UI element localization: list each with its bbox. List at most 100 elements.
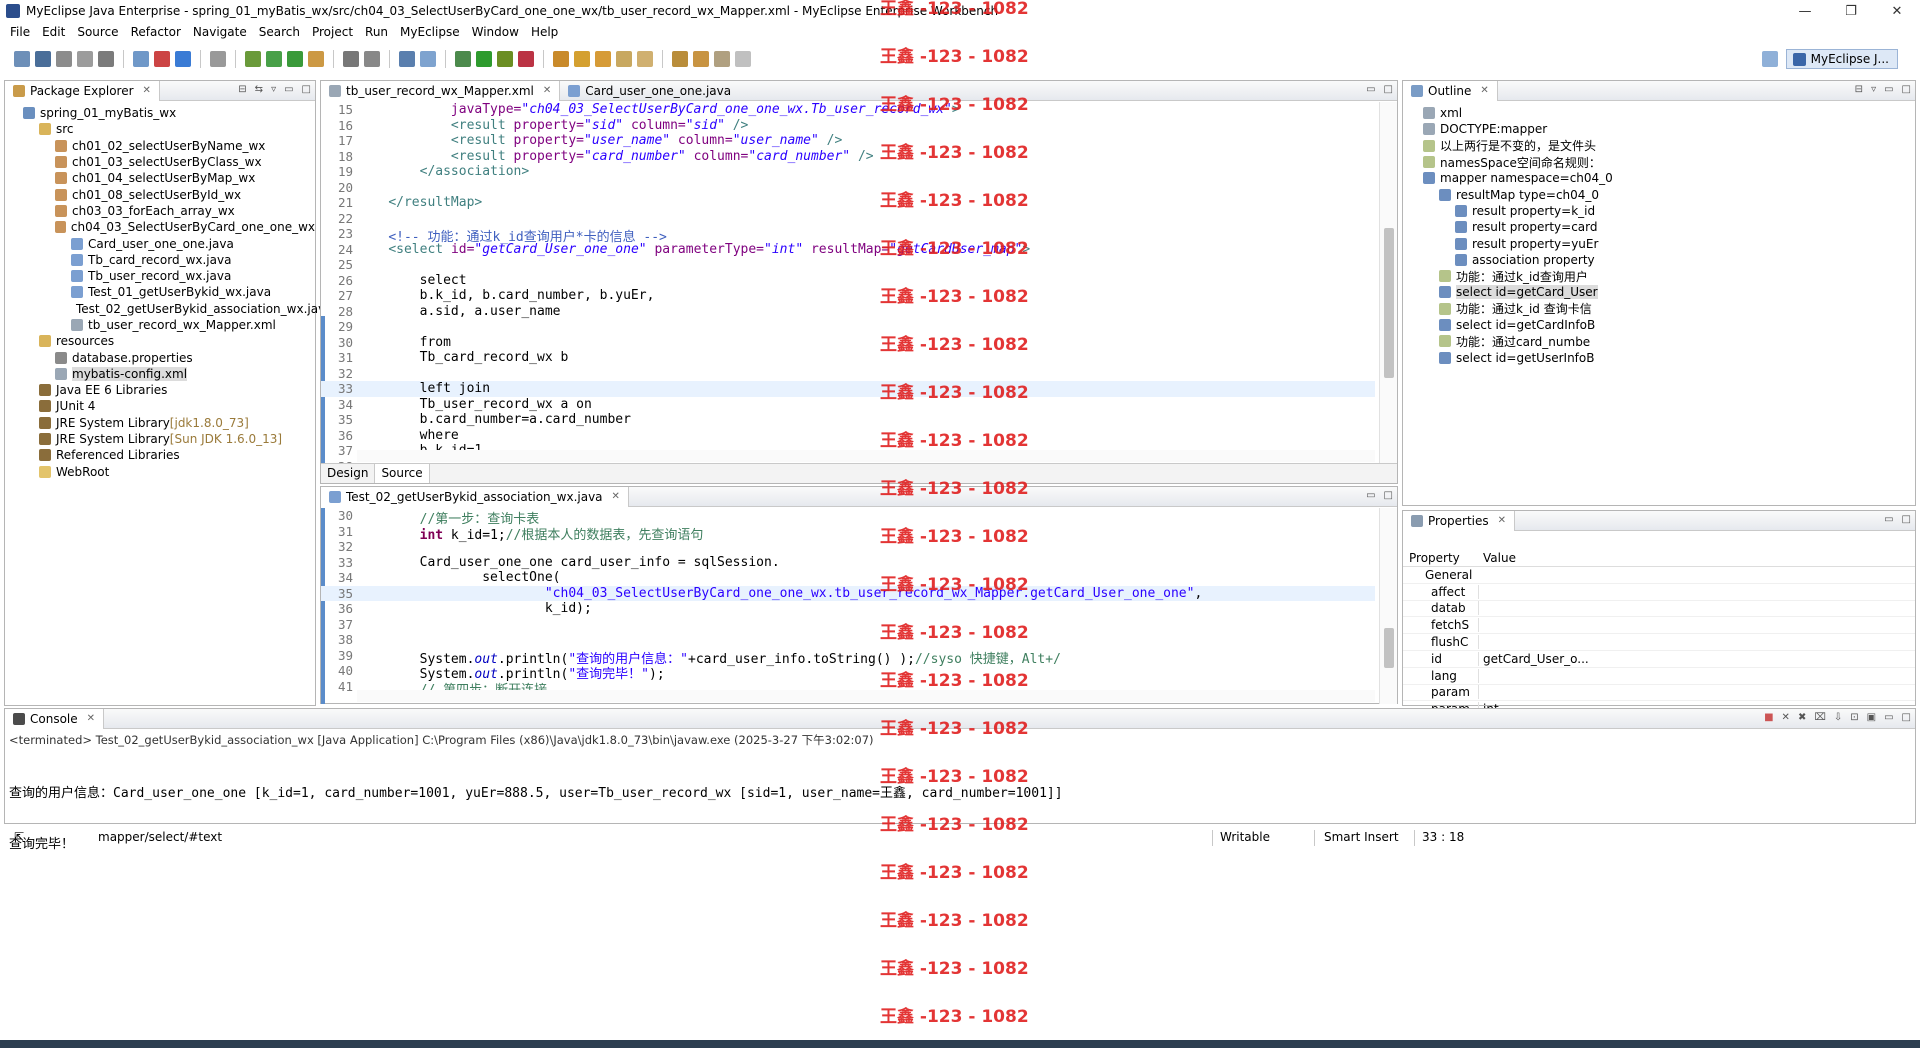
outline-item[interactable]: association property	[1403, 252, 1915, 268]
code-line[interactable]: 25	[321, 257, 1375, 273]
outline-item[interactable]: select id=getUserInfoB	[1403, 349, 1915, 365]
toolbar-action-icon[interactable]	[672, 51, 688, 67]
code-line[interactable]: 20	[321, 180, 1375, 196]
outline-item[interactable]: result property=yuEr	[1403, 235, 1915, 251]
tree-item[interactable]: WebRoot	[5, 464, 315, 480]
tab-package-explorer[interactable]: Package Explorer ✕	[5, 80, 160, 101]
code-area[interactable]: 15 javaType="ch04_03_SelectUserByCard_on…	[321, 102, 1397, 476]
minimize-view-icon[interactable]: ▭	[1884, 514, 1893, 525]
horizontal-scrollbar[interactable]	[357, 690, 1375, 702]
toolbar-action-icon[interactable]	[35, 51, 51, 67]
tree-item[interactable]: ch01_02_selectUserByName_wx	[5, 138, 315, 154]
code-line[interactable]: 22	[321, 211, 1375, 227]
code-line[interactable]: 34 Tb_user_record_wx a on	[321, 397, 1375, 413]
minimize-button[interactable]: —	[1782, 0, 1828, 22]
tree-item[interactable]: resources	[5, 333, 315, 349]
toolbar-action-icon[interactable]	[245, 51, 261, 67]
remove-all-icon[interactable]: ✖	[1798, 712, 1806, 723]
toolbar-action-icon[interactable]	[714, 51, 730, 67]
menu-run[interactable]: Run	[359, 25, 394, 39]
close-view-icon[interactable]: ✕	[143, 85, 151, 96]
toolbar-action-icon[interactable]	[266, 51, 282, 67]
tree-item[interactable]: spring_01_myBatis_wx	[5, 105, 315, 121]
tree-item[interactable]: Test_02_getUserBykid_association_wx.java	[5, 301, 333, 317]
code-line[interactable]: 39 System.out.println("查询的用户信息："+card_us…	[321, 648, 1375, 667]
tree-item[interactable]: ch03_03_forEach_array_wx	[5, 203, 315, 219]
code-line[interactable]: 29	[321, 319, 1375, 335]
outline-item[interactable]: mapper namespace=ch04_0	[1403, 170, 1915, 186]
code-line[interactable]: 17 <result property="user_name" column="…	[321, 133, 1375, 149]
close-view-icon[interactable]: ✕	[1498, 515, 1506, 526]
toolbar-action-icon[interactable]	[154, 51, 170, 67]
minimize-view-icon[interactable]: ▭	[1884, 712, 1893, 723]
tree-item[interactable]: ch01_04_selectUserByMap_wx	[5, 170, 315, 186]
outline-item[interactable]: 功能：通过card_numbe	[1403, 333, 1915, 349]
property-row[interactable]: id getCard_User_o...	[1403, 651, 1915, 668]
code-line[interactable]: 32	[321, 366, 1375, 382]
maximize-button[interactable]: ❐	[1828, 0, 1874, 22]
minimize-view-icon[interactable]: ▭	[1366, 490, 1375, 501]
toolbar-action-icon[interactable]	[14, 51, 30, 67]
property-row[interactable]: affect	[1403, 584, 1915, 601]
menu-edit[interactable]: Edit	[36, 25, 71, 39]
tree-item[interactable]: JUnit 4	[5, 398, 315, 414]
close-tab-icon[interactable]: ✕	[543, 85, 551, 96]
menu-help[interactable]: Help	[525, 25, 564, 39]
collapse-all-icon[interactable]: ⊟	[238, 84, 246, 95]
toolbar-action-icon[interactable]	[455, 51, 471, 67]
code-line[interactable]: 23 <!-- 功能：通过k_id查询用户*卡的信息 -->	[321, 226, 1375, 245]
tree-item[interactable]: JRE System Library [jdk1.8.0_73]	[5, 415, 315, 431]
pin-console-icon[interactable]: ⊡	[1850, 712, 1858, 723]
code-line[interactable]: 15 javaType="ch04_03_SelectUserByCard_on…	[321, 102, 1375, 118]
toolbar-action-icon[interactable]	[637, 51, 653, 67]
tree-item[interactable]: ch01_08_selectUserById_wx	[5, 186, 315, 202]
outline-item[interactable]: 以上两行是不变的，是文件头	[1403, 138, 1915, 154]
tab-design[interactable]: Design	[321, 464, 376, 483]
scroll-lock-icon[interactable]: ⇩	[1834, 712, 1842, 723]
code-line[interactable]: 21 </resultMap>	[321, 195, 1375, 211]
toolbar-action-icon[interactable]	[175, 51, 191, 67]
tree-item[interactable]: Referenced Libraries	[5, 447, 315, 463]
remove-launch-icon[interactable]: ✕	[1782, 712, 1790, 723]
perspective-myeclipse-button[interactable]: MyEclipse J...	[1785, 49, 1898, 69]
code-line[interactable]: 34 selectOne(	[321, 570, 1375, 586]
terminate-icon[interactable]: ■	[1764, 712, 1773, 723]
outline-item[interactable]: 功能：通过k_id 查询卡信	[1403, 301, 1915, 317]
outline-item[interactable]: result property=k_id	[1403, 203, 1915, 219]
vertical-scrollbar[interactable]	[1379, 508, 1397, 704]
toolbar-action-icon[interactable]	[616, 51, 632, 67]
scrollbar-thumb[interactable]	[1384, 228, 1394, 378]
minimize-view-icon[interactable]: ▭	[1884, 84, 1893, 95]
toolbar-action-icon[interactable]	[553, 51, 569, 67]
outline-item[interactable]: resultMap type=ch04_0	[1403, 186, 1915, 202]
toolbar-action-icon[interactable]	[210, 51, 226, 67]
minimize-view-icon[interactable]: ▭	[1366, 84, 1375, 95]
code-line[interactable]: 35 b.card_number=a.card_number	[321, 412, 1375, 428]
tree-item[interactable]: src	[5, 121, 315, 137]
code-line[interactable]: 27 b.k_id, b.card_number, b.yuEr,	[321, 288, 1375, 304]
close-view-icon[interactable]: ✕	[87, 713, 95, 724]
toolbar-action-icon[interactable]	[574, 51, 590, 67]
toolbar-action-icon[interactable]	[364, 51, 380, 67]
code-line[interactable]: 28 a.sid, a.user_name	[321, 304, 1375, 320]
menu-navigate[interactable]: Navigate	[187, 25, 253, 39]
toolbar-action-icon[interactable]	[308, 51, 324, 67]
code-line[interactable]: 31 int k_id=1;//根据本人的数据表，先查询语句	[321, 524, 1375, 543]
toolbar-action-icon[interactable]	[693, 51, 709, 67]
tree-item[interactable]: database.properties	[5, 349, 315, 365]
property-row[interactable]: lang	[1403, 668, 1915, 685]
outline-item[interactable]: select id=getCardInfoB	[1403, 317, 1915, 333]
display-console-icon[interactable]: ▣	[1867, 712, 1876, 723]
close-button[interactable]: ✕	[1874, 0, 1920, 22]
menu-window[interactable]: Window	[466, 25, 525, 39]
code-line[interactable]: 32	[321, 539, 1375, 555]
menu-source[interactable]: Source	[71, 25, 124, 39]
code-line[interactable]: 37	[321, 617, 1375, 633]
properties-group[interactable]: General	[1403, 567, 1915, 584]
code-line[interactable]: 36 where	[321, 428, 1375, 444]
tab-test02-java[interactable]: Test_02_getUserBykid_association_wx.java…	[321, 486, 629, 507]
menu-search[interactable]: Search	[253, 25, 306, 39]
outline-item[interactable]: DOCTYPE:mapper	[1403, 121, 1915, 137]
toolbar-action-icon[interactable]	[343, 51, 359, 67]
property-row[interactable]: datab	[1403, 601, 1915, 618]
